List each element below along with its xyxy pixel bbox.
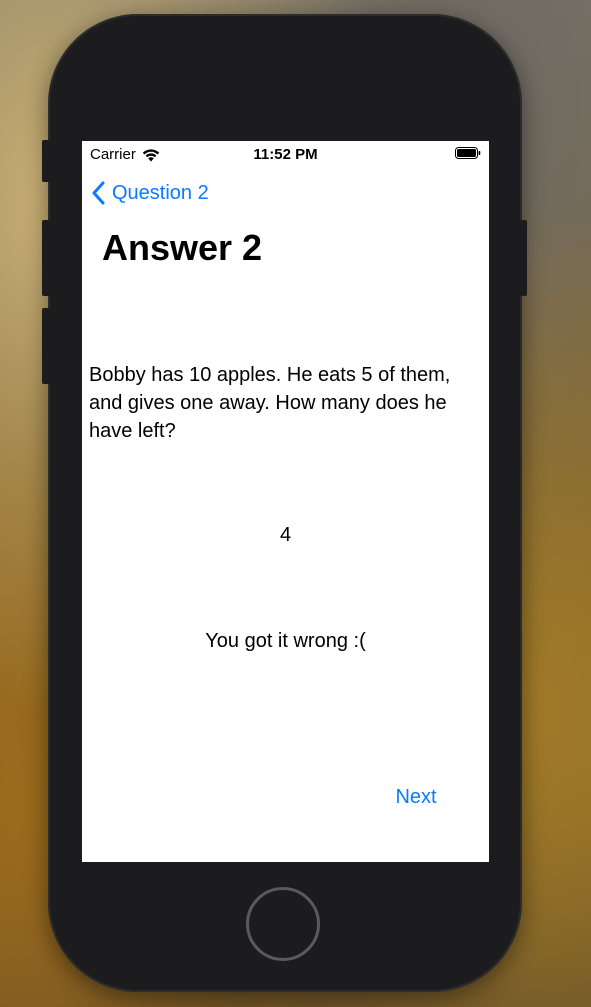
result-message: You got it wrong :(: [205, 630, 366, 652]
back-button[interactable]: Question 2: [92, 181, 209, 205]
app-screen: Carrier 11:52 PM Question 2 Answer 2 Bob…: [82, 141, 489, 862]
home-button[interactable]: [246, 887, 320, 961]
given-answer-value: 4: [279, 524, 292, 546]
volume-up-button: [42, 220, 50, 296]
next-button[interactable]: Next: [382, 786, 450, 809]
status-time: 11:52 PM: [253, 146, 318, 163]
power-button: [520, 220, 527, 296]
battery-full-icon: [455, 147, 481, 159]
chevron-left-icon: [92, 181, 105, 205]
back-button-label: Question 2: [112, 181, 209, 204]
mute-switch: [42, 140, 50, 182]
page-title: Answer 2: [102, 227, 263, 268]
question-text: Bobby has 10 apples. He eats 5 of them, …: [89, 364, 451, 442]
status-bar: Carrier 11:52 PM: [82, 141, 489, 167]
volume-down-button: [42, 308, 50, 384]
